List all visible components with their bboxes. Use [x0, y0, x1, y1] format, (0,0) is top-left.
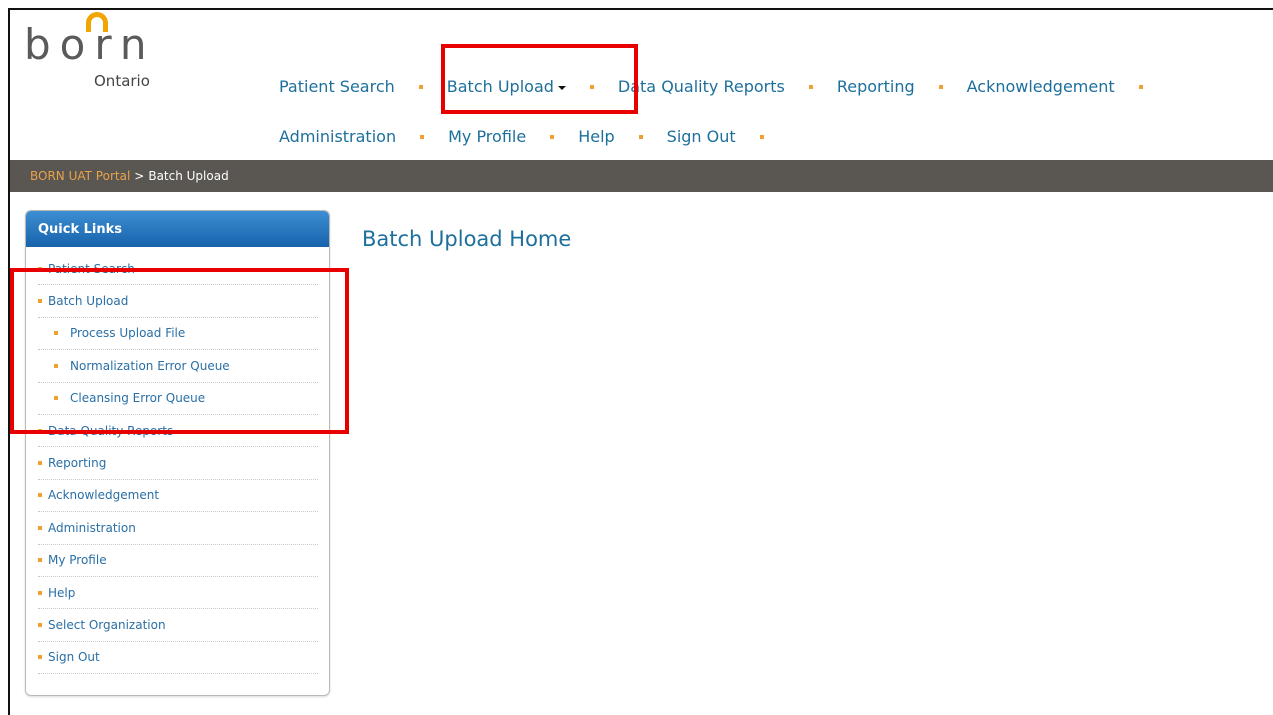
- logo-subtitle: Ontario: [94, 72, 150, 90]
- quick-link-label: Select Organization: [48, 617, 166, 632]
- top-nav-row-2: Administration My Profile Help Sign Out: [279, 125, 788, 149]
- quick-link-label: Patient Search: [48, 261, 135, 276]
- quick-link-item[interactable]: My Profile: [38, 545, 318, 577]
- page-title: Batch Upload Home: [362, 227, 572, 251]
- quick-link-item[interactable]: Sign Out: [38, 642, 318, 675]
- quick-link-label: Normalization Error Queue: [70, 358, 230, 373]
- breadcrumb-root-link[interactable]: BORN UAT Portal: [30, 169, 130, 183]
- nav-separator-bullet: [808, 85, 813, 89]
- breadcrumb-separator: >: [134, 169, 145, 183]
- quick-links-panel: Quick Links Patient Search Batch Upload Pr…: [25, 210, 330, 696]
- nav-separator-bullet: [550, 135, 555, 139]
- nav-separator-bullet: [1138, 85, 1143, 89]
- bullet-icon: [38, 590, 42, 595]
- quick-link-item[interactable]: Data Quality Reports: [38, 415, 318, 448]
- nav-help[interactable]: Help: [578, 125, 614, 149]
- quick-link-item[interactable]: Patient Search: [38, 253, 318, 286]
- quick-link-item[interactable]: Help: [38, 577, 318, 610]
- nav-separator-bullet: [759, 135, 764, 139]
- nav-separator-bullet: [938, 85, 943, 89]
- quick-link-item[interactable]: Batch Upload: [38, 285, 318, 318]
- bullet-icon: [38, 266, 42, 271]
- quick-link-item[interactable]: Acknowledgement: [38, 480, 318, 513]
- quick-link-label: Reporting: [48, 456, 107, 471]
- nav-separator-bullet: [638, 135, 643, 139]
- bullet-icon: [38, 299, 42, 304]
- nav-reporting[interactable]: Reporting: [837, 75, 915, 99]
- quick-link-item[interactable]: Select Organization: [38, 609, 318, 642]
- logo-wordmark: born: [24, 20, 156, 69]
- quick-link-label: My Profile: [48, 553, 107, 568]
- breadcrumb: BORN UAT Portal > Batch Upload: [10, 160, 1273, 192]
- caret-down-icon: [557, 85, 566, 90]
- bullet-icon: [38, 428, 42, 433]
- bullet-icon: [38, 558, 42, 563]
- nav-batch-upload-label: Batch Upload: [446, 77, 554, 96]
- quick-link-label: Cleansing Error Queue: [70, 391, 206, 406]
- quick-link-item[interactable]: Cleansing Error Queue: [38, 383, 318, 415]
- breadcrumb-current: Batch Upload: [148, 169, 229, 183]
- top-nav-row-1: Patient Search Batch Upload Data Quality…: [279, 75, 1167, 99]
- quick-link-item[interactable]: Normalization Error Queue: [38, 350, 318, 383]
- quick-link-label: Acknowledgement: [48, 488, 160, 503]
- quick-link-label: Help: [48, 585, 76, 600]
- quick-link-label: Sign Out: [48, 650, 100, 665]
- quick-link-label: Data Quality Reports: [48, 423, 174, 438]
- nav-data-quality-reports[interactable]: Data Quality Reports: [618, 75, 785, 99]
- nav-acknowledgement[interactable]: Acknowledgement: [967, 75, 1115, 99]
- bullet-icon: [54, 331, 58, 336]
- quick-link-label: Process Upload File: [70, 326, 186, 341]
- nav-my-profile[interactable]: My Profile: [448, 125, 526, 149]
- nav-batch-upload[interactable]: Batch Upload: [447, 75, 566, 99]
- nav-patient-search[interactable]: Patient Search: [279, 75, 395, 99]
- quick-links-list: Patient Search Batch Upload Process Upload…: [38, 253, 318, 675]
- nav-separator-bullet: [589, 85, 594, 89]
- bullet-icon: [38, 655, 42, 660]
- quick-links-header: Quick Links: [26, 211, 329, 247]
- quick-link-label: Batch Upload: [48, 294, 129, 309]
- nav-separator-bullet: [418, 85, 423, 89]
- nav-sign-out[interactable]: Sign Out: [667, 125, 736, 149]
- born-ontario-logo[interactable]: born Ontario: [24, 6, 184, 96]
- nav-administration[interactable]: Administration: [279, 125, 396, 149]
- quick-link-label: Administration: [48, 520, 136, 535]
- bullet-icon: [38, 622, 42, 627]
- bullet-icon: [38, 461, 42, 466]
- nav-separator-bullet: [420, 135, 425, 139]
- bullet-icon: [38, 493, 42, 498]
- quick-link-item[interactable]: Administration: [38, 512, 318, 545]
- bullet-icon: [54, 396, 58, 401]
- bullet-icon: [38, 525, 42, 530]
- bullet-icon: [54, 363, 58, 368]
- quick-link-item[interactable]: Process Upload File: [38, 318, 318, 351]
- quick-link-item[interactable]: Reporting: [38, 447, 318, 480]
